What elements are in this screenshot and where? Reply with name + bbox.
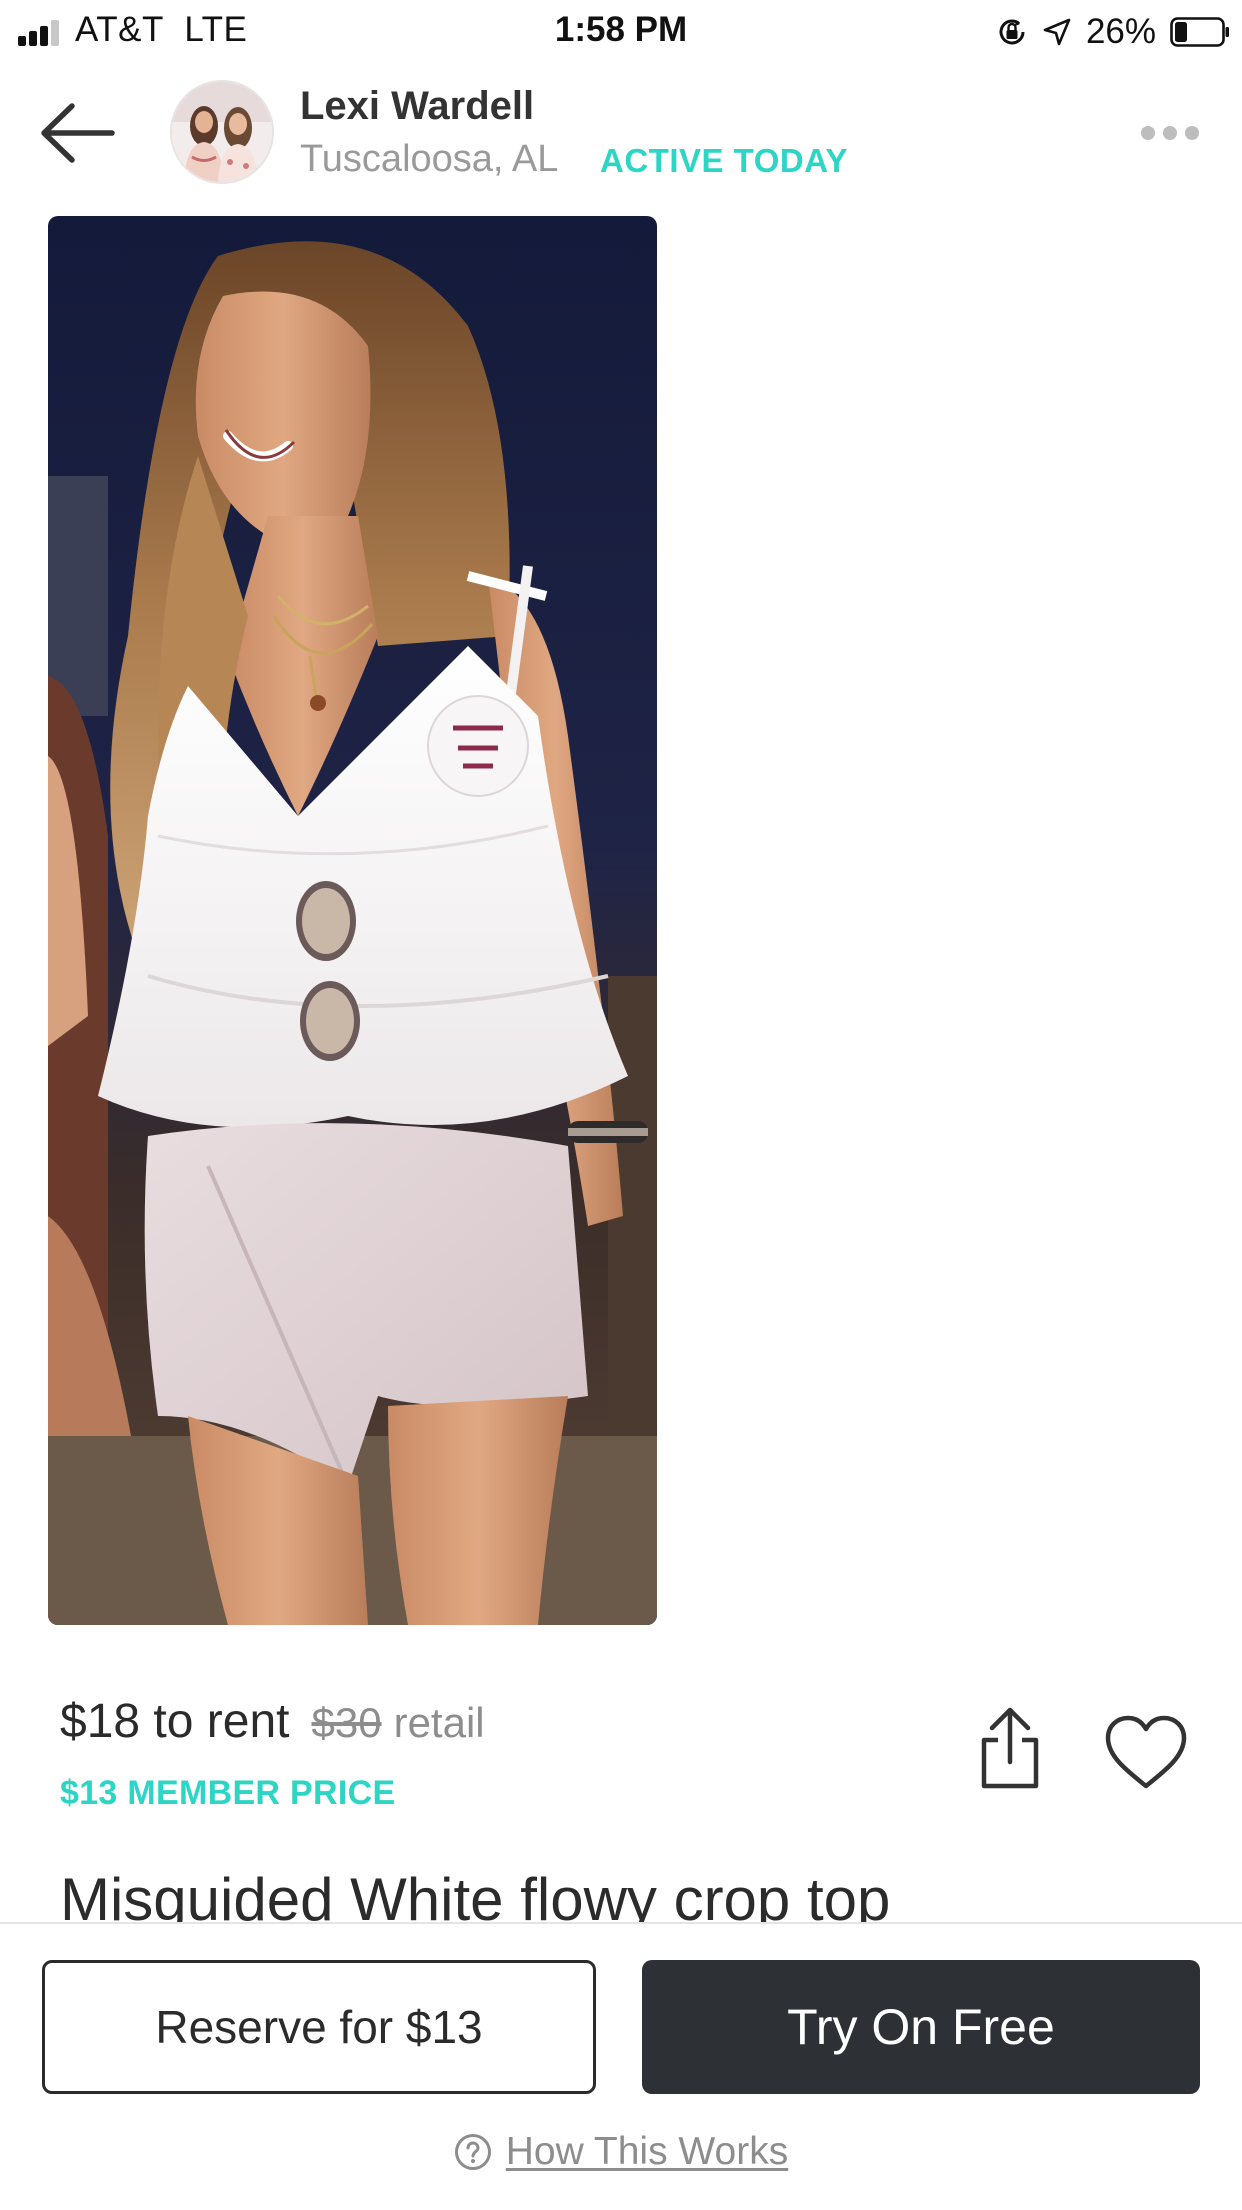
seller-header: Lexi Wardell Tuscaloosa, AL ACTIVE TODAY (0, 62, 1242, 212)
activity-status: ACTIVE TODAY (600, 142, 849, 179)
battery-percent: 26% (1085, 12, 1156, 51)
more-horizontal-icon[interactable] (1140, 122, 1200, 144)
retail-price: $30 (311, 1699, 382, 1746)
member-price: $13 MEMBER PRICE (60, 1774, 396, 1812)
seller-name[interactable]: Lexi Wardell (300, 84, 534, 129)
avatar-photo (172, 82, 272, 182)
item-title: Misguided White flowy crop top (60, 1866, 891, 1924)
how-this-works-text[interactable]: How This Works (506, 2130, 788, 2174)
rent-price: $18 to rent (60, 1695, 290, 1748)
price-line: $18 to rent $30 retail (60, 1694, 485, 1749)
try-on-free-button[interactable]: Try On Free (642, 1960, 1200, 2094)
help-circle-icon (454, 2134, 491, 2170)
share-icon[interactable] (970, 1706, 1050, 1790)
battery-icon (1170, 17, 1229, 47)
rotation-lock-icon (999, 19, 1025, 45)
status-bar: AT&T LTE 1:58 PM 26% (0, 0, 1242, 62)
product-photo[interactable] (48, 216, 657, 1625)
product-image (48, 216, 657, 1625)
heart-icon[interactable] (1104, 1714, 1188, 1790)
arrow-left-icon[interactable] (38, 102, 118, 164)
seller-location: Tuscaloosa, AL (300, 138, 559, 180)
how-this-works-link[interactable]: How This Works (0, 2130, 1242, 2174)
seller-avatar[interactable] (170, 80, 274, 184)
location-arrow-icon (1043, 18, 1071, 46)
retail-label: retail (393, 1699, 485, 1746)
status-right: 26% (996, 10, 1230, 54)
action-bar: Reserve for $13 Try On Free How This Wor… (0, 1922, 1242, 2210)
reserve-button[interactable]: Reserve for $13 (42, 1960, 596, 2094)
